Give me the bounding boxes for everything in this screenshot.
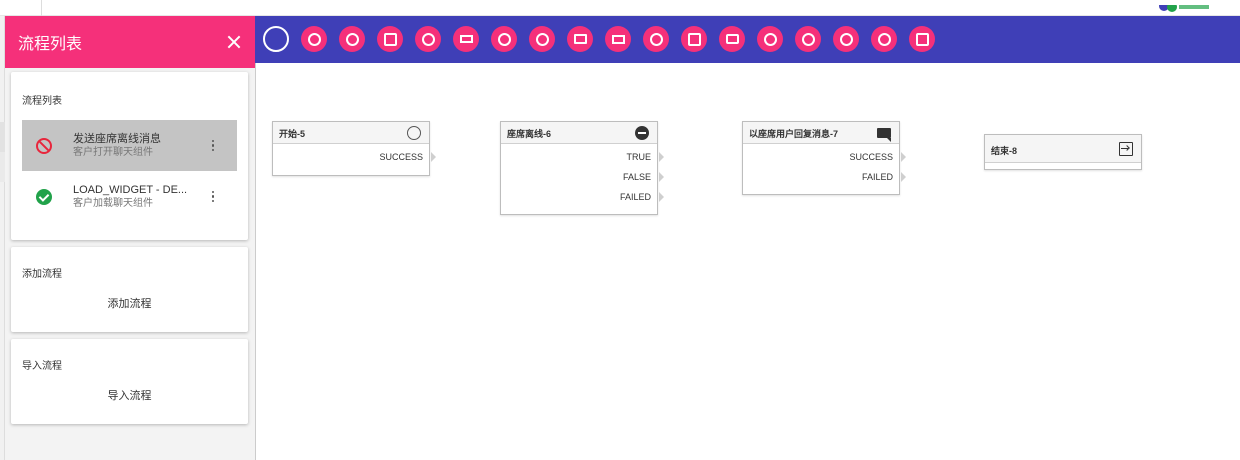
exit-icon[interactable] (909, 26, 935, 52)
mail-icon[interactable] (567, 26, 593, 52)
headset-icon[interactable] (529, 26, 555, 52)
flow-item[interactable]: LOAD_WIDGET - DE... 客户加载聊天组件 (22, 171, 237, 222)
filter-icon[interactable] (453, 26, 479, 52)
flow-canvas[interactable]: 开始-5 SUCCESS 座席离线-6 TRUE FALSE FAILED 以座… (255, 63, 1240, 460)
fork-icon[interactable] (757, 26, 783, 52)
node-toolbar (255, 16, 1240, 63)
panel-header: 流程列表 (5, 16, 255, 68)
flow-node[interactable]: 座席离线-6 TRUE FALSE FAILED (500, 121, 665, 215)
node-title: 结束-8 (991, 146, 1018, 156)
flow-name: 发送座席离线消息 (73, 133, 161, 145)
flow-node[interactable]: 以座席用户回复消息-7 SUCCESS FAILED (742, 121, 907, 195)
start-icon[interactable] (263, 26, 289, 52)
node-port[interactable]: TRUE (627, 152, 664, 162)
node-port[interactable]: SUCCESS (379, 152, 436, 162)
flow-node[interactable]: 结束-8 (984, 134, 1142, 170)
add-flow-card: 添加流程 添加流程 (11, 247, 248, 332)
minus-circle-icon[interactable] (415, 26, 441, 52)
node-title: 开始-5 (279, 129, 306, 139)
flows-card: 流程列表 发送座席离线消息 客户打开聊天组件 LOAD_WIDGET - DE.… (11, 72, 248, 240)
list-icon[interactable] (605, 26, 631, 52)
search-doc-icon[interactable] (681, 26, 707, 52)
more-vert-icon[interactable] (203, 136, 223, 156)
import-flow-card-title: 导入流程 (22, 361, 62, 372)
start-icon (407, 126, 421, 140)
import-flow-button[interactable]: 导入流程 (11, 387, 248, 403)
node-header: 结束-8 (985, 135, 1141, 163)
node-port[interactable]: SUCCESS (849, 152, 906, 162)
help-icon[interactable] (643, 26, 669, 52)
clock-icon[interactable] (833, 26, 859, 52)
add-flow-card-title: 添加流程 (22, 269, 62, 280)
drop-alt-icon[interactable] (339, 26, 365, 52)
check-circle-icon (36, 188, 52, 205)
more-vert-icon[interactable] (203, 187, 223, 207)
import-flow-card: 导入流程 导入流程 (11, 339, 248, 424)
flows-card-title: 流程列表 (22, 96, 62, 107)
node-header: 以座席用户回复消息-7 (743, 122, 899, 144)
flow-text: LOAD_WIDGET - DE... 客户加载聊天组件 (73, 183, 203, 210)
stopwatch-icon[interactable] (795, 26, 821, 52)
node-title: 以座席用户回复消息-7 (749, 129, 839, 139)
exit-icon (1119, 142, 1133, 156)
chat-icon (877, 128, 891, 142)
flow-subtitle: 客户打开聊天组件 (73, 147, 153, 158)
node-header: 开始-5 (273, 122, 429, 144)
node-port[interactable]: FALSE (623, 172, 665, 182)
add-group-icon[interactable] (871, 26, 897, 52)
flow-item[interactable]: 发送座席离线消息 客户打开聊天组件 (22, 120, 237, 171)
node-title: 座席离线-6 (507, 129, 552, 139)
flow-name: LOAD_WIDGET - DE... (73, 184, 188, 196)
flow-subtitle: 客户加载聊天组件 (73, 198, 153, 209)
top-tab (0, 0, 42, 16)
status-badge-icon (1159, 1, 1209, 12)
node-port[interactable]: FAILED (620, 192, 665, 202)
top-strip (0, 0, 1240, 16)
close-icon[interactable] (225, 33, 243, 51)
chat-icon[interactable] (719, 26, 745, 52)
flow-node[interactable]: 开始-5 SUCCESS (272, 121, 436, 176)
top-right-badge (1154, 0, 1218, 12)
flow-list-panel: 流程列表 流程列表 发送座席离线消息 客户打开聊天组件 LOAD_WIDGET … (5, 16, 255, 460)
minus-circle-icon (635, 126, 649, 140)
add-flow-button[interactable]: 添加流程 (11, 295, 248, 311)
flow-text: 发送座席离线消息 客户打开聊天组件 (73, 132, 203, 159)
contact-icon[interactable] (377, 26, 403, 52)
globe-icon[interactable] (491, 26, 517, 52)
node-port[interactable]: FAILED (862, 172, 907, 182)
panel-title: 流程列表 (18, 36, 83, 53)
ban-icon (36, 137, 52, 154)
node-header: 座席离线-6 (501, 122, 657, 144)
drop-icon[interactable] (301, 26, 327, 52)
